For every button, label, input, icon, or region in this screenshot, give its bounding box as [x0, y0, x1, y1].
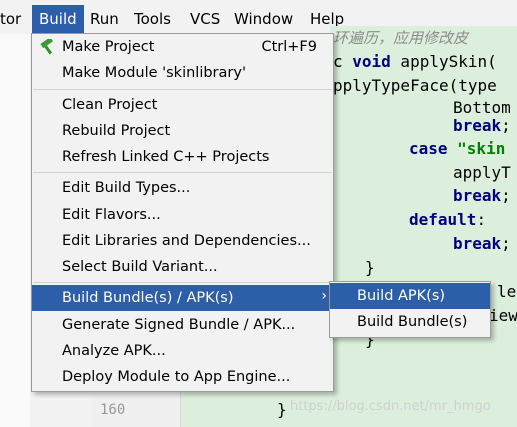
code-line: }	[365, 258, 375, 277]
menu-item-generate-signed[interactable]: Generate Signed Bundle / APK...	[32, 312, 333, 338]
shortcut: Ctrl+F9	[261, 39, 317, 55]
chevron-right-icon: ›	[321, 288, 327, 304]
left-toolbar-strip	[0, 34, 30, 427]
line-number: 160	[100, 402, 126, 418]
menu-window[interactable]: Window	[234, 9, 293, 29]
menu-item-build-apk[interactable]: Build APK(s)	[330, 283, 490, 309]
menu-item-select-build-variant[interactable]: Select Build Variant...	[32, 254, 333, 280]
code-line: Bottom	[453, 98, 511, 117]
menu-item-refresh-cpp[interactable]: Refresh Linked C++ Projects	[32, 144, 333, 170]
code-line: c void applySkin(	[333, 52, 497, 71]
code-comment: 环遍历，应用修改皮	[333, 29, 469, 47]
menu-separator	[33, 282, 332, 283]
watermark: https://blog.csdn.net/mr_hmgo	[290, 399, 491, 414]
code-line: break;	[453, 234, 511, 253]
build-menu: Make Project Ctrl+F9 Make Module 'skinli…	[31, 33, 334, 392]
menu-separator	[33, 89, 332, 90]
menu-editor[interactable]: tor	[0, 9, 21, 29]
menu-item-rebuild-project[interactable]: Rebuild Project	[32, 118, 333, 144]
menu-item-edit-build-types[interactable]: Edit Build Types...	[32, 175, 333, 201]
hammer-icon	[40, 39, 54, 55]
build-bundle-submenu: Build APK(s) Build Bundle(s)	[329, 281, 491, 338]
menu-item-build-bundle-apk[interactable]: Build Bundle(s) / APK(s) ›	[32, 285, 333, 311]
code-line: default:	[409, 210, 487, 229]
menu-build[interactable]: Build	[32, 5, 84, 33]
menu-tools[interactable]: Tools	[134, 9, 171, 29]
menu-item-edit-libraries[interactable]: Edit Libraries and Dependencies...	[32, 228, 333, 254]
menu-run[interactable]: Run	[90, 9, 119, 29]
menu-item-edit-flavors[interactable]: Edit Flavors...	[32, 202, 333, 228]
code-line: }	[277, 400, 287, 419]
menu-item-clean-project[interactable]: Clean Project	[32, 92, 333, 118]
code-line: case "skin	[409, 139, 506, 158]
code-line: break;	[453, 186, 511, 205]
menu-item-build-bundle[interactable]: Build Bundle(s)	[330, 309, 490, 335]
code-line: le	[497, 282, 517, 301]
menu-item-analyze-apk[interactable]: Analyze APK...	[32, 338, 333, 364]
menu-item-deploy-app-engine[interactable]: Deploy Module to App Engine...	[32, 364, 333, 390]
menu-item-make-module[interactable]: Make Module 'skinlibrary'	[32, 60, 333, 86]
menu-item-make-project[interactable]: Make Project Ctrl+F9	[32, 34, 333, 60]
code-line: applyT	[453, 163, 511, 182]
code-line: break;	[453, 116, 511, 135]
menu-vcs[interactable]: VCS	[190, 9, 220, 29]
code-line: iew	[489, 306, 517, 325]
code-line: pplyTypeFace(type	[333, 76, 497, 95]
menu-separator	[33, 172, 332, 173]
